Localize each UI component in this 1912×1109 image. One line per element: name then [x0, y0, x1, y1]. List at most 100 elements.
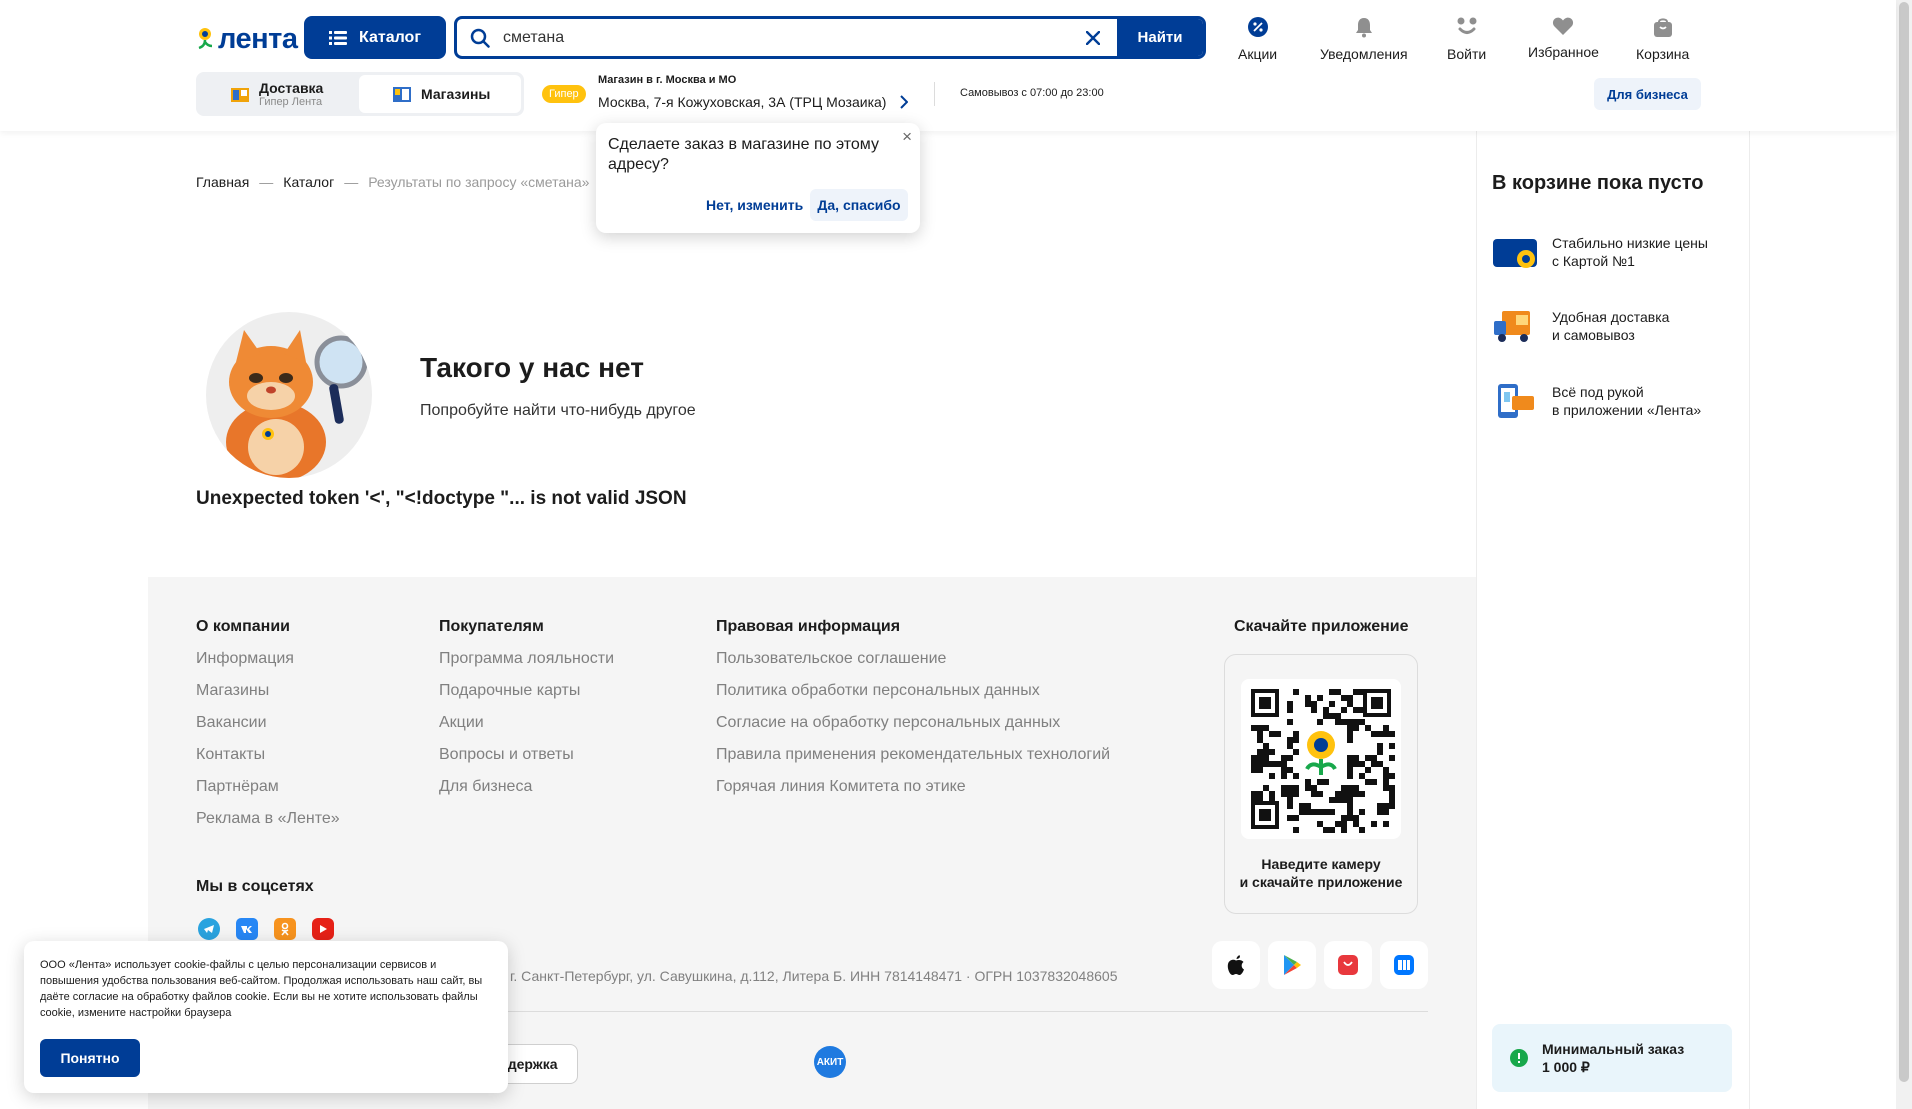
rustore-icon[interactable]: [1380, 941, 1428, 989]
exclamation-icon: [1510, 1049, 1528, 1067]
search-input[interactable]: [503, 19, 1069, 56]
store-address-selector[interactable]: Москва, 7-я Кожуховская, 3А (ТРЦ Мозаика…: [598, 94, 909, 110]
footer-link[interactable]: Информация: [196, 650, 340, 682]
benefit-item: Стабильно низкие цены с Картой №1: [1492, 234, 1708, 270]
qr-caption-line: и скачайте приложение: [1239, 874, 1403, 890]
tab-delivery-sub: Гипер Лента: [259, 96, 323, 108]
footer-column-title: Покупателям: [439, 618, 544, 635]
empty-state-title: Такого у нас нет: [420, 352, 644, 383]
tab-delivery[interactable]: Доставка Гипер Лента: [199, 75, 359, 113]
footer-link[interactable]: Политика обработки персональных данных: [716, 682, 1110, 714]
huawei-appgallery-icon[interactable]: [1324, 941, 1372, 989]
delivery-mode-tabs: Доставка Гипер Лента Магазины: [196, 72, 524, 116]
youtube-icon[interactable]: [312, 918, 334, 940]
nav-notifications[interactable]: Уведомления: [1320, 16, 1408, 62]
akit-badge[interactable]: АКИТ: [814, 1046, 846, 1078]
benefit-item: Удобная доставка и самовывоз: [1492, 308, 1669, 344]
footer-column-company: О компании Информация Магазины Вакансии …: [196, 618, 340, 842]
footer-link[interactable]: Реклама в «Ленте»: [196, 810, 340, 842]
footer-link[interactable]: Подарочные карты: [439, 682, 614, 714]
breadcrumb-home[interactable]: Главная: [196, 174, 249, 190]
footer-column-title: Правовая информация: [716, 618, 901, 635]
footer-link[interactable]: Пользовательское соглашение: [716, 650, 1110, 682]
download-app-title: Скачайте приложение: [1234, 618, 1409, 635]
footer-link[interactable]: Вакансии: [196, 714, 340, 746]
app-qr-card: Наведите камеру и скачайте приложение: [1224, 654, 1418, 914]
nav-promos[interactable]: Акции: [1238, 16, 1277, 62]
cookie-text: ООО «Лента» использует cookie-файлы с це…: [40, 959, 483, 1019]
nav-cart-label: Корзина: [1636, 46, 1690, 62]
benefit-line: Стабильно низкие цены: [1552, 235, 1708, 251]
delivery-store-icon: [231, 88, 249, 102]
footer-link[interactable]: Магазины: [196, 682, 340, 714]
footer-column-title: О компании: [196, 618, 290, 635]
qr-caption-line: Наведите камеру: [1261, 856, 1381, 872]
chevron-right-icon: [900, 95, 909, 109]
vk-icon[interactable]: [236, 918, 258, 940]
app-store-links: [1212, 941, 1428, 989]
odnoklassniki-icon[interactable]: [274, 918, 296, 940]
footer-link[interactable]: Для бизнеса: [439, 778, 614, 810]
nav-favorites[interactable]: Избранное: [1528, 16, 1599, 60]
footer-link[interactable]: Партнёрам: [196, 778, 340, 810]
card-icon: [1493, 239, 1537, 268]
tab-delivery-title: Доставка: [259, 80, 324, 96]
google-play-icon[interactable]: [1268, 941, 1316, 989]
footer-link[interactable]: Вопросы и ответы: [439, 746, 614, 778]
tab-stores[interactable]: Магазины: [359, 75, 521, 113]
company-legal-info: г. Санкт-Петербург, ул. Савушкина, д.112…: [510, 968, 1118, 984]
footer-link[interactable]: Программа лояльности: [439, 650, 614, 682]
sunflower-logo-icon: [198, 28, 213, 50]
breadcrumb-separator: —: [259, 174, 274, 190]
scrollbar-thumb[interactable]: [1899, 2, 1909, 1082]
clear-search-icon[interactable]: [1069, 30, 1117, 45]
bag-icon: [1653, 18, 1672, 37]
cookie-accept-button[interactable]: Понятно: [40, 1039, 140, 1077]
nav-favorites-label: Избранное: [1528, 44, 1599, 60]
page-scrollbar[interactable]: [1896, 0, 1912, 1109]
telegram-icon[interactable]: [198, 918, 220, 940]
catalog-button[interactable]: Каталог: [304, 16, 446, 59]
footer-link[interactable]: Правила применения рекомендательных техн…: [716, 746, 1110, 778]
divider: [934, 82, 935, 106]
nav-login-label: Войти: [1447, 46, 1487, 62]
close-icon[interactable]: ×: [902, 127, 912, 147]
change-address-button[interactable]: Нет, изменить: [696, 189, 813, 221]
truck-icon: [1494, 311, 1530, 342]
qr-code: [1241, 679, 1401, 839]
nav-cart[interactable]: Корзина: [1636, 16, 1689, 62]
logo-text: лента: [218, 22, 298, 55]
empty-state-subtitle: Попробуйте найти что-нибудь другое: [420, 402, 696, 419]
search-submit-button[interactable]: Найти: [1117, 19, 1203, 56]
breadcrumb-catalog[interactable]: Каталог: [283, 174, 334, 190]
apple-icon[interactable]: [1212, 941, 1260, 989]
footer-column-legal: Правовая информация Пользовательское сог…: [716, 618, 1110, 810]
popup-question: Сделаете заказ в магазине по этому адрес…: [608, 136, 879, 173]
breadcrumb-current: Результаты по запросу «сметана»: [368, 174, 590, 190]
footer-link[interactable]: Контакты: [196, 746, 340, 778]
footer-link[interactable]: Горячая линия Комитета по этике: [716, 778, 1110, 810]
heart-icon: [1553, 17, 1574, 35]
benefit-line: в приложении «Лента»: [1552, 402, 1702, 418]
nav-notifications-label: Уведомления: [1320, 46, 1408, 62]
breadcrumb-separator: —: [344, 174, 359, 190]
footer-link[interactable]: Акции: [439, 714, 614, 746]
breadcrumb: Главная — Каталог — Результаты по запрос…: [196, 174, 589, 190]
search-bar: Найти: [454, 16, 1206, 59]
store-address: Москва, 7-я Кожуховская, 3А (ТРЦ Мозаика…: [598, 94, 887, 110]
cat-detective-illustration: [206, 312, 372, 478]
footer-column-customers: Покупателям Программа лояльности Подароч…: [439, 618, 614, 810]
store-building-icon: [393, 87, 411, 102]
footer-link[interactable]: Согласие на обработку персональных данны…: [716, 714, 1110, 746]
nav-login[interactable]: Войти: [1447, 16, 1486, 62]
for-business-button[interactable]: Для бизнеса: [1594, 78, 1701, 110]
search-icon: [457, 28, 503, 48]
site-header: лента Каталог Найти Акции Уведомления Во…: [0, 0, 1896, 131]
min-order-label: Минимальный заказ: [1542, 1041, 1685, 1057]
benefit-line: Всё под рукой: [1552, 384, 1644, 400]
qr-caption: Наведите камеру и скачайте приложение: [1225, 855, 1417, 891]
catalog-label: Каталог: [359, 28, 421, 46]
confirm-address-button[interactable]: Да, спасибо: [810, 189, 908, 221]
tab-stores-title: Магазины: [421, 86, 491, 102]
lenta-logo[interactable]: лента: [196, 22, 298, 55]
